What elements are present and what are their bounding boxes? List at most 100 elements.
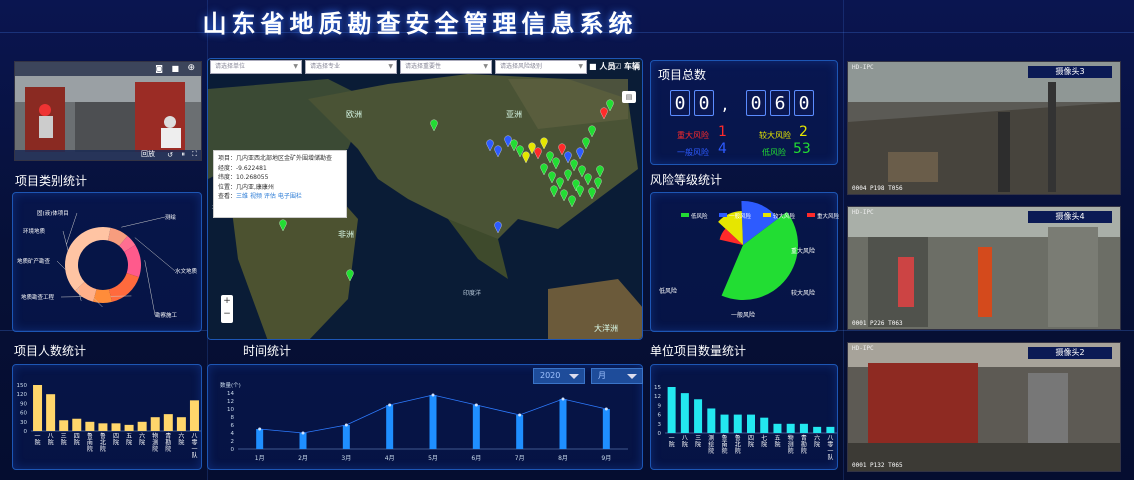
bar <box>137 421 147 431</box>
vehicle-toggle[interactable]: ☑ 车辆 <box>614 61 640 72</box>
tooltip-link-3d[interactable]: 三维 <box>236 193 248 200</box>
filter-importance[interactable]: 请选择重要性 ▼ <box>400 60 492 74</box>
filter-risk-level[interactable]: 请选择风险级别 ▼ <box>495 60 587 74</box>
unit-bar-chart: 03691215一院八院三院测绘院鲁南院鲁北院四院七院五院物测院青勘院六院八零一… <box>654 385 837 462</box>
x-tick-label: 7月 <box>515 455 525 462</box>
video-frame <box>848 62 1120 194</box>
camera-feed-3[interactable]: 摄像头3 HD-IPC 0004 P198 T056 <box>847 61 1121 195</box>
trend-point <box>561 397 565 401</box>
camera-icon[interactable]: ◙ <box>155 64 163 73</box>
chevron-down-icon <box>627 374 637 379</box>
y-tick-label: 8 <box>231 415 235 421</box>
bar <box>826 426 835 433</box>
legend-label: 低风险 <box>691 212 708 220</box>
y-tick-label: 0 <box>231 447 235 453</box>
donut-label: 水文地质 <box>175 267 198 275</box>
record-icon[interactable]: ■ <box>171 64 179 73</box>
category-panel: 测绘 水文地质 勘察施工 地质勘查工程 地质矿产勘查 环境地质 固(液)体项目 <box>12 192 202 332</box>
risk-general-value: 4 <box>718 141 727 157</box>
tooltip-link-fence[interactable]: 电子围栏 <box>278 193 302 200</box>
tooltip-link-assessment[interactable]: 评估 <box>264 193 276 200</box>
donut-label: 地质勘查工程 <box>21 293 55 301</box>
period-select[interactable]: 月 <box>591 368 643 384</box>
camera-model: HD-IPC <box>852 64 874 71</box>
donut-slice <box>108 272 140 302</box>
y-tick-label: 4 <box>231 431 235 437</box>
bar <box>386 405 394 449</box>
zoom-icon[interactable]: ⊕ <box>187 63 195 73</box>
tooltip-latitude: 纬度：10.268055 <box>218 174 269 181</box>
x-tick-label: 院 <box>139 439 145 447</box>
y-axis-label: 数量(个) <box>220 381 241 389</box>
camera-feed-2[interactable]: 摄像头2 HD-IPC 0001 P132 T065 <box>847 342 1121 472</box>
year-select[interactable]: 2020 <box>533 368 585 384</box>
total-digit: 6 <box>770 90 790 116</box>
filter-unit[interactable]: 请选择单位 ▼ <box>210 60 302 74</box>
y-tick-label: 6 <box>231 423 235 429</box>
x-tick-label: 院 <box>35 439 41 447</box>
camera-model: HD-IPC <box>852 209 874 216</box>
y-tick-label: 0 <box>658 431 662 437</box>
y-tick-label: 6 <box>658 413 662 419</box>
tooltip-location: 位置：几内亚,康康州 <box>218 183 274 191</box>
y-tick-label: 9 <box>658 403 662 409</box>
bar <box>773 423 782 433</box>
video-frame <box>848 207 1120 329</box>
filter-major[interactable]: 请选择专业 ▼ <box>305 60 397 74</box>
x-tick-label: 院 <box>788 447 794 455</box>
bar <box>760 417 769 433</box>
pause-icon[interactable]: ⏸ <box>182 150 186 159</box>
risk-large-label: 较大风险 <box>759 131 791 140</box>
x-tick-label: 8月 <box>558 455 568 462</box>
y-tick-label: 12 <box>227 399 234 405</box>
x-tick-label: 院 <box>100 445 106 453</box>
map-tooltip: 项目：几内亚西北部地区金矿外围增储勘查 经度：-9.622481 纬度：10.2… <box>213 150 347 218</box>
rewind-icon[interactable]: ↺ <box>167 151 173 159</box>
y-tick-label: 30 <box>20 420 27 426</box>
y-tick-label: 3 <box>658 422 662 428</box>
grid-line <box>843 0 844 480</box>
risk-major-label: 重大风险 <box>677 131 709 140</box>
bar <box>163 414 173 431</box>
layers-icon[interactable]: ▤ <box>622 91 636 103</box>
x-tick-label: 院 <box>814 441 820 449</box>
category-section-title: 项目类别统计 <box>15 174 88 188</box>
y-tick-label: 2 <box>231 439 235 445</box>
camera-feed-4[interactable]: 摄像头4 HD-IPC 0001 P226 T063 <box>847 206 1121 330</box>
bar <box>85 421 95 431</box>
bar <box>46 394 56 431</box>
risk-panel: 低风险 一般风险 较大风险 重大风险 低风险 一般风险 较大风险 重大风险 <box>650 192 840 332</box>
camera-label: 摄像头3 <box>1028 66 1112 78</box>
legend-label: 较大风险 <box>773 212 796 220</box>
playback-label[interactable]: 回放 <box>141 149 155 159</box>
zoom-control[interactable]: + − <box>221 295 233 323</box>
fullscreen-icon[interactable]: ⛶ <box>192 150 197 159</box>
risk-general-label: 一般风险 <box>677 148 709 157</box>
camera-stamp: 0001 P132 T065 <box>852 462 903 469</box>
bar <box>602 409 610 449</box>
trend-point <box>431 393 435 397</box>
x-tick-label: 9月 <box>601 455 611 462</box>
map-label-oceania: 大洋洲 <box>594 323 618 333</box>
people-toggle[interactable]: ■ 人员 <box>589 61 615 72</box>
x-tick-label: 院 <box>48 439 54 447</box>
bar <box>98 423 108 431</box>
x-tick-label: 院 <box>126 439 132 447</box>
risk-rose-chart: 低风险一般风险较大风险重大风险低风险 一般风险 较大风险 重大风险 <box>659 201 840 319</box>
donut-label: 环境地质 <box>23 227 46 235</box>
rose-label: 低风险 <box>659 287 677 295</box>
legend-label: 一般风险 <box>729 212 752 220</box>
tooltip-link-video[interactable]: 视频 <box>250 193 262 200</box>
bar <box>33 385 43 431</box>
y-tick-label: 12 <box>654 394 661 400</box>
people-bar-chart: 0306090120150一院八院三院四院鲁南院鲁北院四院五院六院物测院青勘院六… <box>17 383 201 460</box>
tooltip-view-label: 查看： <box>218 193 237 200</box>
map-label-europe: 欧洲 <box>346 109 362 119</box>
donut-leader-line <box>144 260 156 316</box>
risk-section-title: 风险等级统计 <box>650 173 723 187</box>
x-tick-label: 院 <box>61 439 67 447</box>
time-section-title: 时间统计 <box>243 344 292 358</box>
main-video-player[interactable]: ◙ ■ ⊕ 回放 ↺ ⏸ ⛶ <box>14 61 202 161</box>
page-title: 山东省地质勘查安全管理信息系统 <box>202 9 638 38</box>
y-tick-label: 120 <box>17 392 28 398</box>
